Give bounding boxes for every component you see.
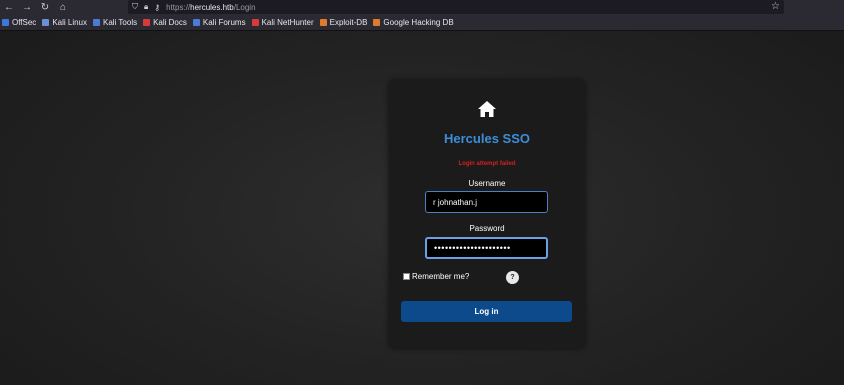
back-icon[interactable]: ← <box>0 0 18 14</box>
error-message: Login attempt failed <box>458 161 516 167</box>
url-text[interactable]: https://hercules.htb/Login <box>166 3 255 12</box>
kali-icon <box>42 18 50 26</box>
username-field[interactable] <box>425 191 548 213</box>
home-icon <box>478 101 496 117</box>
shield-icon[interactable]: ⛉ <box>132 2 138 12</box>
bookmark-google-hacking-db[interactable]: Google Hacking DB <box>373 18 454 27</box>
ghdb-icon <box>373 18 381 26</box>
bookmark-kali-tools[interactable]: Kali Tools <box>93 18 137 27</box>
password-field[interactable] <box>425 237 548 259</box>
kali-forums-icon <box>192 18 200 26</box>
bookmark-kali-linux[interactable]: Kali Linux <box>42 18 87 27</box>
bookmark-kali-forums[interactable]: Kali Forums <box>192 18 246 27</box>
kali-docs-icon <box>143 18 151 26</box>
kali-tools-icon <box>93 18 100 26</box>
remember-me[interactable]: Remember me? <box>403 272 469 281</box>
bookmark-star-icon[interactable]: ☆ <box>771 1 780 12</box>
reload-icon[interactable]: ↻ <box>36 0 54 14</box>
page-title: Hercules SSO <box>444 131 530 146</box>
lock-icon[interactable]: 🔒︎ <box>144 2 148 12</box>
bookmarks-bar: OffSec Kali Linux Kali Tools Kali Docs K… <box>0 14 844 31</box>
bookmark-kali-nethunter[interactable]: Kali NetHunter <box>251 18 314 27</box>
url-bar[interactable]: ⛉ 🔒︎ ⚷ https://hercules.htb/Login ☆ <box>128 0 784 14</box>
forward-icon[interactable]: → <box>18 0 36 14</box>
exploit-db-icon <box>319 18 327 26</box>
username-label: Username <box>468 179 506 188</box>
key-icon[interactable]: ⚷ <box>154 3 160 12</box>
help-icon[interactable]: ? <box>506 271 519 284</box>
home-button-icon[interactable]: ⌂ <box>54 0 72 14</box>
browser-toolbar: ← → ↻ ⌂ ⛉ 🔒︎ ⚷ https://hercules.htb/Logi… <box>0 0 844 14</box>
remember-me-checkbox[interactable] <box>403 273 410 280</box>
bookmark-exploit-db[interactable]: Exploit-DB <box>319 18 367 27</box>
offsec-icon <box>2 18 9 26</box>
bookmark-kali-docs[interactable]: Kali Docs <box>143 18 187 27</box>
password-label: Password <box>469 224 505 233</box>
login-button[interactable]: Log in <box>401 301 572 322</box>
login-card: Hercules SSO Login attempt failed Userna… <box>389 80 585 348</box>
bookmark-offsec[interactable]: OffSec <box>2 18 36 27</box>
remember-me-label: Remember me? <box>412 272 470 281</box>
nethunter-icon <box>251 18 259 26</box>
